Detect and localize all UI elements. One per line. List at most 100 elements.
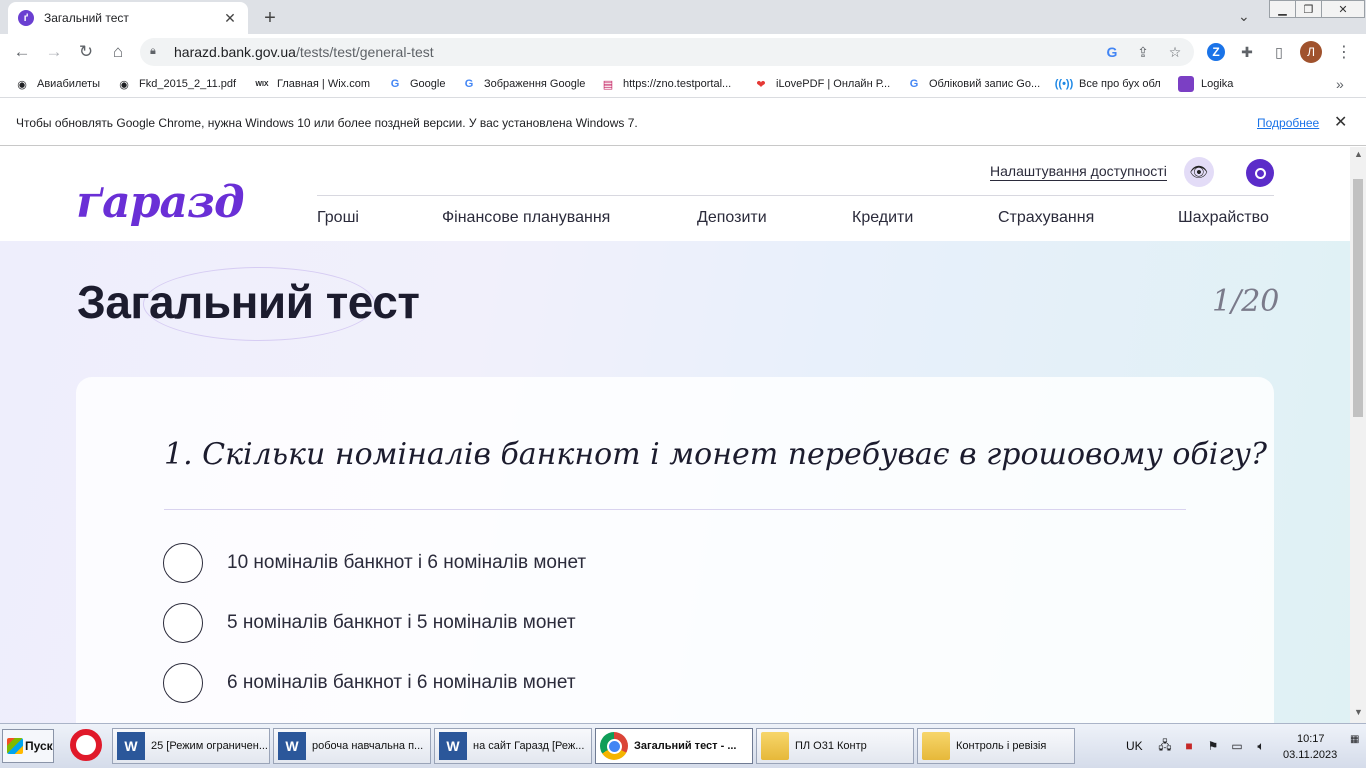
question-card: 1. Скільки номіналів банкнот і монет пер… [76,377,1274,723]
minimize-button[interactable]: ▁ [1269,0,1296,18]
radio-icon: ((•)) [1054,78,1074,90]
globe-icon: ◉ [17,78,27,91]
answer-option[interactable]: 6 номіналів банкнот і 6 номіналів монет [163,663,576,703]
chrome-icon [600,732,628,760]
flag-tray-icon[interactable]: ⚑ [1205,738,1221,754]
question-text: 1. Скільки номіналів банкнот і монет пер… [164,437,1267,472]
chrome-menu-icon[interactable]: ⋮ [1336,42,1352,62]
chevron-down-icon[interactable]: ⌄ [1238,8,1250,25]
nav-item-credits[interactable]: Кредити [852,209,913,227]
update-infobar: Чтобы обновлять Google Chrome, нужна Win… [0,98,1366,146]
forward-arrow-icon[interactable]: → [42,40,66,64]
opera-icon[interactable] [70,729,102,761]
home-icon[interactable]: ⌂ [106,40,130,64]
volume-tray-icon[interactable]: 🔈︎ [1253,738,1269,754]
close-icon[interactable]: ✕ [1334,112,1347,132]
bookmark-item[interactable]: G Зображення Google [461,76,586,92]
nav-item-money[interactable]: Гроші [317,209,359,227]
bookmark-item[interactable]: G Google [387,76,446,92]
nav-item-financial-planning[interactable]: Фінансове планування [442,209,610,227]
clock-date[interactable]: 03.11.2023 [1283,749,1337,761]
language-indicator[interactable]: UK [1126,739,1143,753]
taskbar-item[interactable]: W 25 [Режим ограничен... [112,728,270,764]
site-favicon-icon: ґ [18,10,34,26]
wix-icon: WIX [255,80,269,88]
radio-button[interactable] [163,543,203,583]
zoom-extension-icon[interactable]: Z [1207,43,1225,61]
google-translate-icon[interactable]: G [1102,42,1122,62]
restore-button[interactable]: ❐ [1295,0,1322,18]
reload-icon[interactable]: ↻ [74,40,98,64]
new-tab-button[interactable]: + [258,6,282,30]
network-tray-icon[interactable]: 🖧︎ [1157,738,1173,754]
answer-label: 6 номіналів банкнот і 6 номіналів монет [227,672,576,693]
chevron-double-right-icon[interactable]: » [1336,76,1344,92]
show-desktop-icon[interactable]: ▦ [1350,734,1364,756]
bookmark-item[interactable]: G Обліковий запис Go... [906,76,1040,92]
page-title: Загальний тест [77,276,420,328]
site-logo[interactable]: ґаразд [76,177,245,228]
taskbar-item[interactable]: ПЛ О31 Контр [756,728,914,764]
logika-icon [1178,76,1194,92]
profile-avatar[interactable]: Л [1300,41,1322,63]
google-icon: G [909,78,919,90]
answer-option[interactable]: 5 номіналів банкнот і 5 номіналів монет [163,603,576,643]
tab-strip: ґ Загальний тест ✕ + ⌄ ▁ ❐ ✕ [0,0,1366,34]
antivirus-tray-icon[interactable]: ■ [1181,738,1197,754]
globe-icon: ◉ [119,78,129,91]
windows-logo-icon [7,738,23,754]
back-arrow-icon[interactable]: ← [10,40,34,64]
monitor-tray-icon[interactable]: ▭ [1229,738,1245,754]
word-icon: W [278,732,306,760]
answer-option[interactable]: 10 номіналів банкнот і 6 номіналів монет [163,543,586,583]
address-bar[interactable]: 🔒︎ harazd.bank.gov.ua/tests/test/general… [140,38,1194,66]
bookmarks-bar: ◉ Авиабилеты ◉ Fkd_2015_2_11.pdf WIX Главна… [0,70,1366,98]
question-divider [164,509,1186,510]
search-icon [1254,167,1266,179]
tab-active[interactable]: ґ Загальний тест ✕ [8,2,248,34]
scroll-up-icon[interactable]: ▲ [1354,149,1363,159]
infobar-message: Чтобы обновлять Google Chrome, нужна Win… [16,116,638,130]
site-header: ґаразд Налаштування доступності 👁︎ Гроші… [0,147,1350,241]
taskbar: Пуск W 25 [Режим ограничен... Wробоча нав… [0,723,1366,768]
tab-close-icon[interactable]: ✕ [222,10,238,26]
accessibility-settings-link[interactable]: Налаштування доступності [990,163,1167,181]
extensions-puzzle-icon[interactable]: ✚ [1237,42,1257,62]
infobar-more-link[interactable]: Подробнее [1257,116,1319,130]
bookmark-item[interactable]: WIX Главная | Wix.com [254,76,370,92]
window-close-button[interactable]: ✕ [1321,0,1365,18]
taskbar-item[interactable]: Wна сайт Гаразд [Реж... [434,728,592,764]
scroll-down-icon[interactable]: ▼ [1354,707,1363,717]
radio-button[interactable] [163,603,203,643]
scrollbar-thumb[interactable] [1353,179,1363,417]
nav-item-insurance[interactable]: Страхування [998,209,1094,227]
answer-label: 10 номіналів банкнот і 6 номіналів монет [227,552,587,573]
bookmark-item[interactable]: Logika [1178,76,1233,92]
eye-icon[interactable]: 👁︎ [1184,157,1214,187]
bookmark-item[interactable]: ❤ iLovePDF | Онлайн Р... [753,76,890,92]
taskbar-item-active[interactable]: Загальний тест - ... [595,728,753,764]
tab-title: Загальний тест [44,11,129,25]
clock-time[interactable]: 10:17 [1297,733,1325,745]
folder-icon [922,732,950,760]
share-icon[interactable]: ⇪ [1133,42,1153,62]
taskbar-item[interactable]: Контроль і ревізія [917,728,1075,764]
bookmark-item[interactable]: ((•)) Все про бух обл [1054,76,1161,92]
side-panel-icon[interactable]: ▯ [1269,42,1289,62]
bookmark-item[interactable]: ◉ Авиабилеты [14,76,100,92]
bookmark-star-icon[interactable]: ☆ [1165,42,1185,62]
taskbar-item[interactable]: Wробоча навчальна п... [273,728,431,764]
word-icon: W [439,732,467,760]
lock-icon: 🔒︎ [150,45,156,57]
question-counter: 1/20 [1212,284,1280,319]
search-button[interactable] [1246,159,1274,187]
bookmark-item[interactable]: ▤ https://zno.testportal... [600,76,731,92]
word-icon: W [117,732,145,760]
nav-item-deposits[interactable]: Депозити [697,209,767,227]
page-scrollbar[interactable]: ▲ ▼ [1350,147,1366,723]
nav-item-fraud[interactable]: Шахрайство [1178,209,1269,227]
start-button[interactable]: Пуск [2,729,54,763]
google-icon: G [390,78,400,90]
radio-button[interactable] [163,663,203,703]
bookmark-item[interactable]: ◉ Fkd_2015_2_11.pdf [116,76,236,92]
